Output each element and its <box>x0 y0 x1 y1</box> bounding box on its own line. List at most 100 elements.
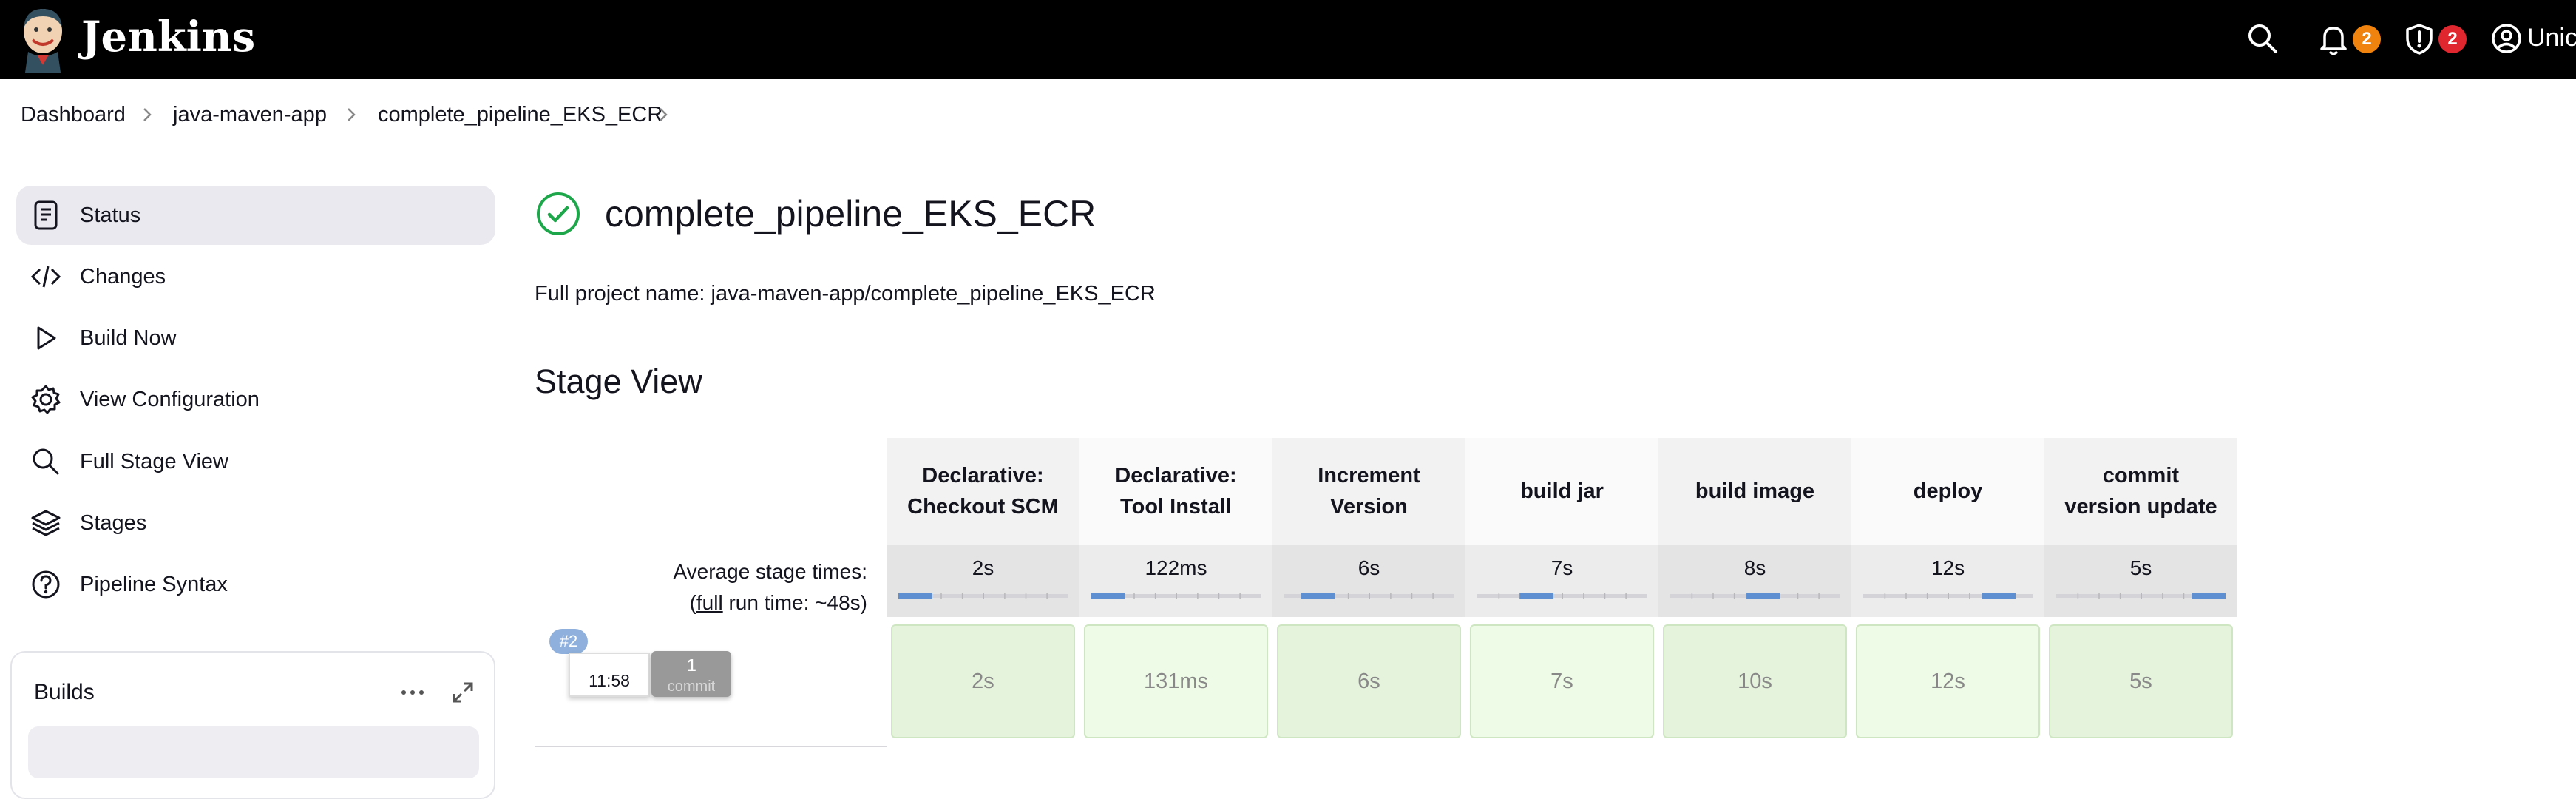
track-tick <box>1625 593 1627 599</box>
play-icon <box>30 322 62 354</box>
stage-cell-success[interactable]: 2s <box>891 624 1075 738</box>
avg-label-text: Average stage times: <box>673 560 867 583</box>
sidebar-item-stages[interactable]: Stages <box>16 493 495 553</box>
build-number-badge[interactable]: #2 <box>549 629 588 654</box>
sidebar-item-view-configuration[interactable]: View Configuration <box>16 370 495 429</box>
build-time: 11:58 <box>569 653 650 697</box>
stage-progress-track <box>898 593 1068 599</box>
stage-progress-track <box>1477 593 1647 599</box>
track-tick <box>1025 593 1027 599</box>
sidebar-item-label: Changes <box>80 265 166 289</box>
builds-title: Builds <box>34 680 95 704</box>
stage-header: commit version update <box>2044 438 2237 545</box>
track-tick <box>1197 593 1199 599</box>
track-tick <box>1884 593 1886 599</box>
build-run-row[interactable]: #2 11:58 1 commit <box>535 623 887 747</box>
jenkins-logo[interactable] <box>18 6 68 73</box>
page-title: complete_pipeline_EKS_ECR <box>605 193 1097 235</box>
track-tick <box>2183 593 2185 599</box>
full-run-time-link[interactable]: full <box>696 591 723 614</box>
average-stage-times-label: Average stage times: (full run time: ~48… <box>535 556 867 618</box>
chevron-right-icon[interactable] <box>655 106 671 124</box>
stage-average: 8s <box>1658 545 1851 617</box>
stage-column: Increment Version 6s 6s <box>1272 438 1465 756</box>
run-time-suffix: run time: ~48s) <box>722 591 867 614</box>
stage-name-line1: commit <box>2102 464 2180 488</box>
track-tick <box>2141 593 2142 599</box>
sidebar-item-status[interactable]: Status <box>16 186 495 245</box>
sidebar-item-label: View Configuration <box>80 388 260 411</box>
stage-header: build image <box>1658 438 1851 545</box>
stage-name-line1: deploy <box>1913 479 1983 503</box>
stage-column: Declarative: Checkout SCM 2s 2s <box>887 438 1079 756</box>
sidebar-item-build-now[interactable]: Build Now <box>16 309 495 368</box>
stage-cell-success[interactable]: 12s <box>1856 624 2040 738</box>
sidebar-item-label: Build Now <box>80 326 177 350</box>
stage-average-time: 6s <box>1358 556 1380 579</box>
track-tick <box>1604 593 1606 599</box>
success-check-icon <box>535 191 581 237</box>
stage-column: commit version update 5s 5s <box>2044 438 2237 756</box>
track-tick <box>1154 593 1156 599</box>
track-tick <box>1712 593 1714 599</box>
track-tick <box>1432 593 1434 599</box>
builds-filter-input[interactable] <box>28 726 479 778</box>
breadcrumb-dashboard[interactable]: Dashboard <box>21 101 126 128</box>
stage-header: Increment Version <box>1272 438 1465 545</box>
stage-average-time: 12s <box>1931 556 1965 579</box>
track-tick <box>961 593 963 599</box>
more-options-icon[interactable] <box>396 678 429 707</box>
breadcrumb-pipeline[interactable]: complete_pipeline_EKS_ECR <box>378 101 662 128</box>
track-tick <box>1411 593 1413 599</box>
track-tick <box>1797 593 1799 599</box>
track-tick <box>1948 593 1949 599</box>
brand-name[interactable]: Jenkins <box>81 9 255 65</box>
track-tick <box>2098 593 2100 599</box>
stage-average: 2s <box>887 545 1079 617</box>
track-tick <box>2119 593 2121 599</box>
user-name[interactable]: Unicorn <box>2527 19 2576 56</box>
track-tick <box>1046 593 1048 599</box>
stage-run-duration: 131ms <box>1143 669 1209 693</box>
notifications-bell-icon[interactable] <box>2316 21 2351 56</box>
stage-average-time: 7s <box>1550 556 1573 579</box>
track-tick <box>983 593 984 599</box>
track-tick <box>940 593 942 599</box>
search-icon[interactable] <box>2245 21 2280 56</box>
stage-name-line1: build jar <box>1520 479 1604 503</box>
stage-run-duration: 2s <box>972 669 994 693</box>
track-tick <box>1369 593 1370 599</box>
stage-name-line2: Tool Install <box>1120 495 1232 519</box>
stage-average: 12s <box>1851 545 2044 617</box>
stage-average: 122ms <box>1079 545 1272 617</box>
stage-cell-success[interactable]: 131ms <box>1084 624 1268 738</box>
stage-cell-success[interactable]: 5s <box>2049 624 2233 738</box>
sidebar-item-full-stage-view[interactable]: Full Stage View <box>16 432 495 491</box>
full-project-name: Full project name: java-maven-app/comple… <box>535 282 1156 306</box>
sidebar-item-pipeline-syntax[interactable]: Pipeline Syntax <box>16 555 495 614</box>
stage-cell-success[interactable]: 7s <box>1470 624 1654 738</box>
stage-column: deploy 12s 12s <box>1851 438 2044 756</box>
stage-name: build jar <box>1520 476 1604 507</box>
stage-average-time: 5s <box>2129 556 2152 579</box>
user-avatar-icon[interactable] <box>2489 21 2524 56</box>
stage-cell-success[interactable]: 6s <box>1277 624 1461 738</box>
stage-name: commit version update <box>2064 460 2217 522</box>
stage-column: build jar 7s 7s <box>1465 438 1658 756</box>
breadcrumb-java-maven-app[interactable]: java-maven-app <box>173 101 327 128</box>
stage-view-table: Average stage times: (full run time: ~48… <box>535 438 2237 756</box>
stage-run-duration: 7s <box>1550 669 1573 693</box>
sidebar-item-label: Pipeline Syntax <box>80 573 228 596</box>
stage-cell-success[interactable]: 10s <box>1663 624 1847 738</box>
track-tick <box>1133 593 1135 599</box>
expand-icon[interactable] <box>448 678 478 707</box>
track-tick <box>1390 593 1392 599</box>
stage-progress-track <box>1863 593 2033 599</box>
build-commits-button[interactable]: 1 commit <box>651 651 731 697</box>
stage-name: Declarative: Checkout SCM <box>907 460 1059 522</box>
chevron-right-icon <box>343 106 359 124</box>
security-shield-icon[interactable] <box>2402 21 2437 56</box>
notifications-count-badge: 2 <box>2353 25 2381 53</box>
sidebar-item-label: Stages <box>80 511 147 535</box>
sidebar-item-changes[interactable]: Changes <box>16 247 495 306</box>
